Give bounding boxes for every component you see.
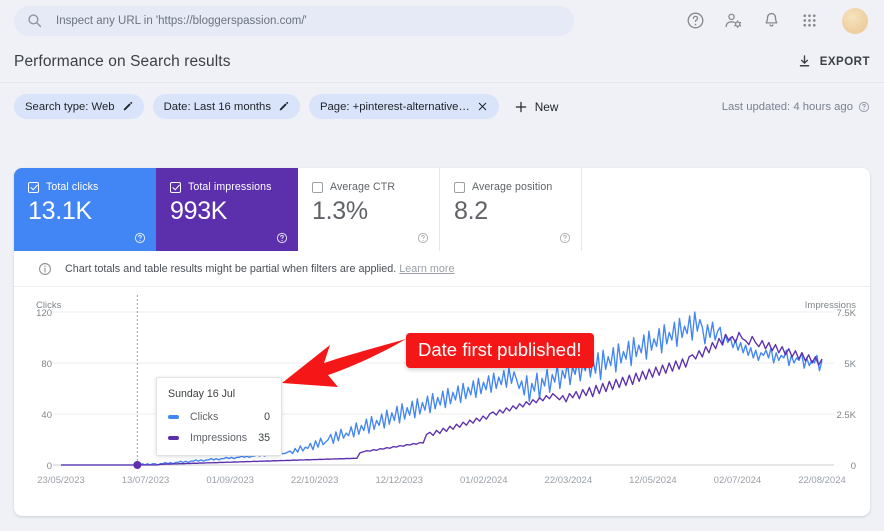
clicks-color-swatch — [168, 415, 179, 419]
metric-tile-total-impressions[interactable]: Total impressions 993K — [156, 168, 298, 251]
red-arrow-icon — [278, 333, 408, 395]
learn-more-link[interactable]: Learn more — [399, 263, 454, 275]
apps-grid-icon[interactable] — [800, 11, 819, 30]
page-title: Performance on Search results — [14, 53, 231, 71]
banner-text: Chart totals and table results might be … — [65, 263, 455, 275]
annotation-label: Date first published! — [406, 333, 594, 368]
checkbox-unchecked-icon[interactable] — [454, 182, 465, 193]
account-settings-icon[interactable] — [724, 11, 743, 30]
partial-data-banner: Chart totals and table results might be … — [14, 251, 870, 287]
last-updated-label: Last updated: 4 hours ago — [722, 101, 853, 113]
x-tick-label: 22/08/2024 — [798, 475, 846, 486]
hover-point-marker — [133, 461, 141, 469]
filter-chip-label: Date: Last 16 months — [164, 101, 271, 113]
metric-value: 993K — [170, 197, 298, 226]
x-tick-label: 12/12/2023 — [375, 475, 423, 486]
download-icon — [797, 54, 812, 69]
metric-label: Average CTR — [330, 181, 395, 193]
url-inspection-search-box[interactable]: Inspect any URL in 'https://bloggerspass… — [14, 6, 574, 36]
filter-chip-label: Search type: Web — [25, 101, 115, 113]
checkbox-checked-icon[interactable] — [28, 182, 39, 193]
last-updated: Last updated: 4 hours ago — [722, 101, 870, 113]
metric-label: Average position — [472, 181, 552, 193]
metric-head: Total clicks — [28, 181, 156, 193]
edit-pencil-icon[interactable] — [122, 101, 133, 112]
metric-head: Average CTR — [312, 181, 439, 193]
metric-value: 1.3% — [312, 197, 439, 226]
help-circle-icon[interactable] — [858, 101, 870, 113]
metric-tiles: Total clicks 13.1K Total impressions 993… — [14, 168, 870, 251]
tooltip-series-label: Clicks — [190, 411, 218, 423]
performance-chart: Clicks Impressions 120 80 40 0 7.5K 5K 2… — [14, 287, 870, 516]
tooltip-series-value: 0 — [264, 411, 270, 423]
close-x-icon[interactable] — [477, 101, 488, 112]
checkbox-unchecked-icon[interactable] — [312, 182, 323, 193]
x-tick-label: 23/05/2023 — [37, 475, 85, 486]
add-new-filter-label: New — [535, 100, 559, 114]
tooltip-series-label: Impressions — [190, 432, 247, 444]
help-circle-icon[interactable] — [276, 232, 288, 244]
x-tick-label: 01/02/2024 — [460, 475, 508, 486]
metric-head: Average position — [454, 181, 581, 193]
top-bar: Inspect any URL in 'https://bloggerspass… — [0, 0, 884, 41]
metric-tile-average-ctr[interactable]: Average CTR 1.3% — [298, 168, 440, 251]
metric-label: Total impressions — [188, 181, 272, 193]
top-bar-icons — [686, 8, 872, 34]
filter-chip-date[interactable]: Date: Last 16 months — [153, 94, 300, 119]
page-header: Performance on Search results EXPORT — [0, 41, 884, 83]
tooltip-date: Sunday 16 Jul — [168, 388, 270, 400]
tooltip-row-clicks: Clicks 0 — [168, 411, 270, 423]
metric-label: Total clicks — [46, 181, 98, 193]
filter-chip-page[interactable]: Page: +pinterest-alternative… — [309, 94, 499, 119]
x-tick-label: 22/03/2024 — [545, 475, 593, 486]
filter-chip-label: Page: +pinterest-alternative… — [320, 101, 470, 113]
help-circle-icon[interactable] — [134, 232, 146, 244]
x-tick-label: 22/10/2023 — [291, 475, 339, 486]
filter-chip-search-type[interactable]: Search type: Web — [14, 94, 144, 119]
filter-bar: Search type: Web Date: Last 16 months Pa… — [0, 83, 884, 130]
plus-icon — [514, 100, 528, 114]
help-circle-icon[interactable] — [559, 232, 571, 244]
metric-value: 13.1K — [28, 197, 156, 226]
chart-tooltip: Sunday 16 Jul Clicks 0 Impressions 35 — [156, 377, 282, 456]
x-tick-label: 01/09/2023 — [206, 475, 254, 486]
edit-pencil-icon[interactable] — [278, 101, 289, 112]
x-tick-label: 02/07/2024 — [714, 475, 762, 486]
metric-value: 8.2 — [454, 197, 581, 226]
x-tick-label: 12/05/2024 — [629, 475, 677, 486]
metric-head: Total impressions — [170, 181, 298, 193]
tooltip-series-value: 35 — [258, 432, 270, 444]
info-circle-icon — [38, 262, 52, 276]
help-icon[interactable] — [686, 11, 705, 30]
metric-tile-total-clicks[interactable]: Total clicks 13.1K — [14, 168, 156, 251]
export-button[interactable]: EXPORT — [797, 54, 870, 69]
tooltip-row-impressions: Impressions 35 — [168, 432, 270, 444]
search-icon — [26, 12, 43, 29]
metric-tile-average-position[interactable]: Average position 8.2 — [440, 168, 582, 251]
search-placeholder: Inspect any URL in 'https://bloggerspass… — [56, 15, 307, 27]
impressions-color-swatch — [168, 436, 179, 440]
x-tick-label: 13/07/2023 — [122, 475, 170, 486]
export-label: EXPORT — [820, 56, 870, 68]
banner-message: Chart totals and table results might be … — [65, 263, 396, 275]
checkbox-checked-icon[interactable] — [170, 182, 181, 193]
add-new-filter-button[interactable]: New — [514, 100, 559, 114]
help-circle-icon[interactable] — [417, 232, 429, 244]
notifications-bell-icon[interactable] — [762, 11, 781, 30]
user-avatar[interactable] — [842, 8, 868, 34]
